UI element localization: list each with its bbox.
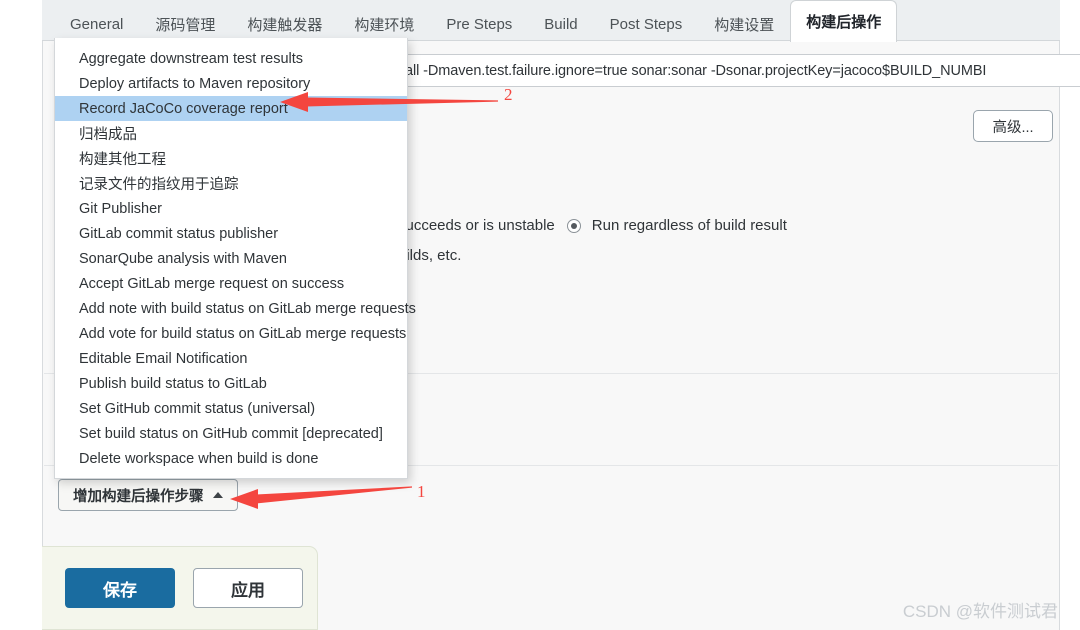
tab-build-settings[interactable]: 构建设置 <box>698 6 790 41</box>
menu-item-accept-gitlab-merge-request[interactable]: Accept GitLab merge request on success <box>55 271 407 296</box>
command-input[interactable]: t install -Dmaven.test.failure.ignore=tr… <box>398 54 1080 87</box>
menu-item-record-fingerprints[interactable]: 记录文件的指纹用于追踪 <box>55 171 407 196</box>
menu-item-aggregate-downstream-test-results[interactable]: Aggregate downstream test results <box>55 46 407 71</box>
annotation-number-1: 1 <box>417 482 426 501</box>
radio-run-regardless[interactable] <box>566 218 581 233</box>
option-partial-label: succeeds or is unstable <box>398 217 555 234</box>
tab-post-build-actions[interactable]: 构建后操作 <box>790 0 898 42</box>
menu-item-add-vote-build-status-gitlab[interactable]: Add vote for build status on GitLab merg… <box>55 321 407 346</box>
screenshot-root: t install -Dmaven.test.failure.ignore=tr… <box>0 0 1080 630</box>
tab-post-steps[interactable]: Post Steps <box>594 6 699 41</box>
menu-item-delete-workspace-when-done[interactable]: Delete workspace when build is done <box>55 446 407 471</box>
menu-item-git-publisher[interactable]: Git Publisher <box>55 196 407 221</box>
build-result-options-row: succeeds or is unstable Run regardless o… <box>398 217 787 234</box>
menu-item-build-other-projects[interactable]: 构建其他工程 <box>55 146 407 171</box>
add-post-build-step-label: 增加构建后操作步骤 <box>73 488 204 505</box>
advanced-button[interactable]: 高级... <box>973 110 1053 142</box>
menu-item-set-github-commit-status[interactable]: Set GitHub commit status (universal) <box>55 396 407 421</box>
tab-list: General 源码管理 构建触发器 构建环境 Pre Steps Build … <box>42 0 898 42</box>
post-build-action-menu: Aggregate downstream test results Deploy… <box>54 38 416 479</box>
save-bar: 保存 应用 <box>42 546 318 630</box>
annotation-number-2: 2 <box>504 85 513 104</box>
watermark: CSDN @软件测试君 <box>902 602 1058 621</box>
tab-general[interactable]: General <box>54 6 139 41</box>
menu-item-set-build-status-github-commit[interactable]: Set build status on GitHub commit [depre… <box>55 421 407 446</box>
radio-run-regardless-label: Run regardless of build result <box>591 217 787 234</box>
menu-item-deploy-artifacts-to-maven[interactable]: Deploy artifacts to Maven repository <box>55 71 407 96</box>
tab-build[interactable]: Build <box>528 6 593 41</box>
caret-up-icon <box>212 492 223 498</box>
save-button[interactable]: 保存 <box>65 568 175 608</box>
menu-item-record-jacoco[interactable]: Record JaCoCo coverage report <box>55 96 407 121</box>
menu-item-publish-build-status-gitlab[interactable]: Publish build status to GitLab <box>55 371 407 396</box>
tab-pre-steps[interactable]: Pre Steps <box>430 6 528 41</box>
menu-item-sonarqube-analysis-with-maven[interactable]: SonarQube analysis with Maven <box>55 246 407 271</box>
menu-item-add-note-build-status-gitlab[interactable]: Add note with build status on GitLab mer… <box>55 296 416 321</box>
tab-build-triggers[interactable]: 构建触发器 <box>231 6 338 41</box>
tab-build-env[interactable]: 构建环境 <box>338 6 430 41</box>
menu-item-archive-artifacts[interactable]: 归档成品 <box>55 121 407 146</box>
menu-item-editable-email-notification[interactable]: Editable Email Notification <box>55 346 407 371</box>
menu-item-gitlab-commit-status-publisher[interactable]: GitLab commit status publisher <box>55 221 407 246</box>
add-post-build-step-button[interactable]: 增加构建后操作步骤 <box>58 479 238 511</box>
apply-button[interactable]: 应用 <box>193 568 303 608</box>
tab-scm[interactable]: 源码管理 <box>139 6 231 41</box>
command-input-value: t install -Dmaven.test.failure.ignore=tr… <box>398 62 987 79</box>
tab-bar: General 源码管理 构建触发器 构建环境 Pre Steps Build … <box>42 0 1060 42</box>
